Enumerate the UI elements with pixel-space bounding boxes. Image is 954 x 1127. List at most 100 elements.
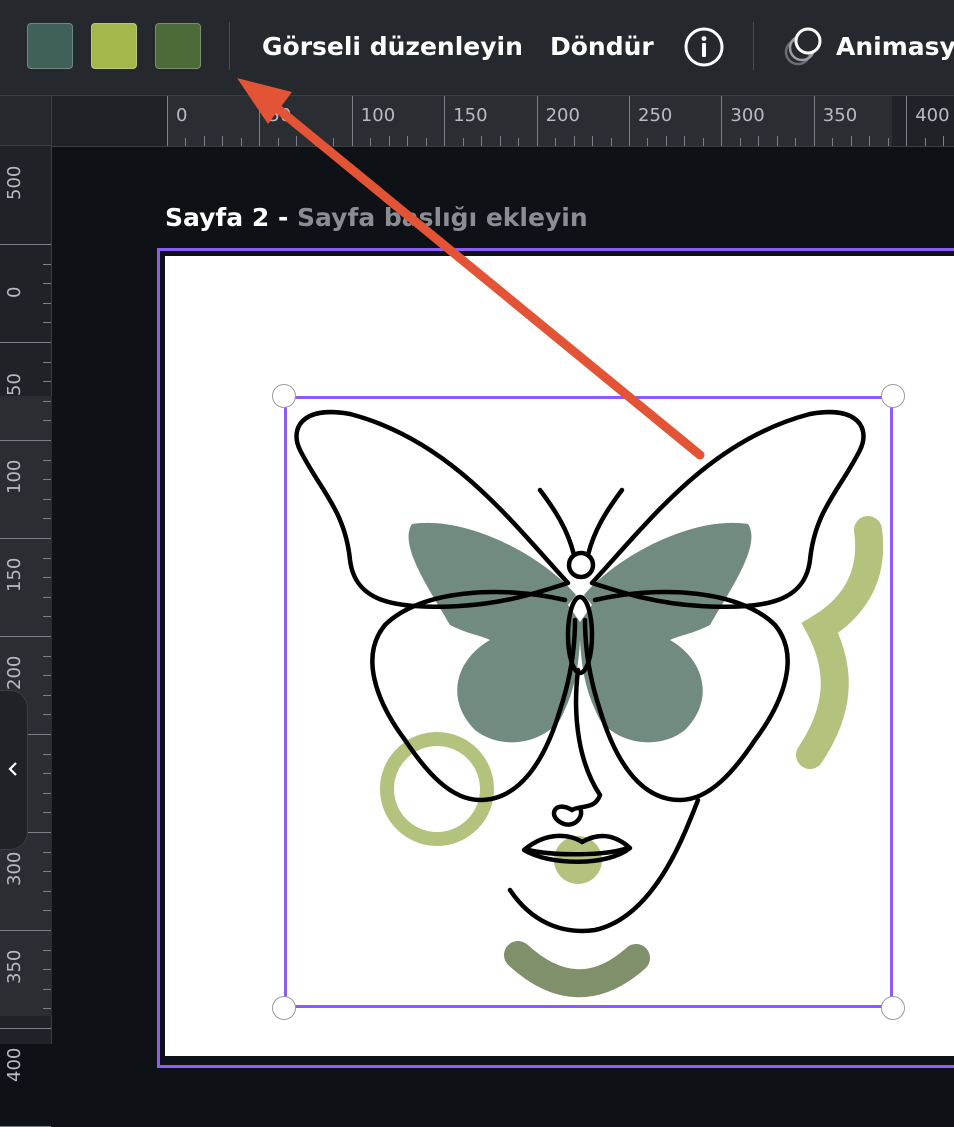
ruler-tick-label: 500 [4, 165, 25, 200]
ruler-minor-tick [425, 138, 427, 146]
ruler-minor-tick [665, 136, 667, 146]
ruler-minor-tick [943, 136, 945, 146]
ruler-minor-tick [43, 969, 51, 971]
ruler-minor-tick [407, 136, 409, 146]
ruler-tick [0, 440, 51, 441]
page-title-input[interactable]: Sayfa başlığı ekleyin [297, 203, 588, 232]
ruler-tick [167, 96, 168, 146]
ruler-minor-tick [43, 871, 51, 873]
ruler-minor-tick [314, 136, 316, 146]
ruler-minor-tick [203, 136, 205, 146]
ruler-minor-tick [924, 138, 926, 146]
ruler-tick [0, 538, 51, 539]
ruler-minor-tick [43, 498, 51, 500]
ruler-minor-tick [43, 792, 51, 794]
ruler-minor-tick [43, 714, 51, 716]
ruler-tick-label: 0 [4, 286, 25, 298]
ruler-minor-tick [43, 910, 51, 912]
animate-button[interactable]: Animasyo [836, 30, 954, 64]
horizontal-ruler: 0 50 100 150 200 250 300 350 400 [0, 96, 954, 147]
ruler-minor-tick [610, 138, 612, 146]
ruler-tick-label: 250 [638, 105, 673, 126]
top-toolbar: Görseli düzenleyin Döndür Animasyo [0, 0, 954, 96]
edit-image-button[interactable]: Görseli düzenleyin [262, 30, 523, 64]
animate-icon[interactable] [782, 24, 826, 68]
ruler-minor-tick [555, 138, 557, 146]
resize-handle-top-left[interactable] [272, 384, 296, 408]
ruler-tick-label: 350 [4, 949, 25, 984]
toolbar-divider [229, 22, 230, 70]
ruler-minor-tick [43, 361, 51, 363]
ruler-tick [351, 96, 353, 146]
ruler-tick-label: 50 [4, 373, 25, 396]
ruler-minor-tick [43, 263, 51, 265]
ruler-minor-tick [43, 302, 51, 304]
ruler-corner [0, 96, 52, 146]
ruler-minor-tick [43, 773, 51, 775]
info-icon[interactable] [683, 26, 725, 68]
ruler-minor-tick [776, 136, 778, 146]
ruler-minor-tick [43, 675, 51, 677]
rotate-button[interactable]: Döndür [550, 30, 654, 64]
ruler-minor-tick [43, 694, 51, 696]
ruler-minor-tick [43, 479, 51, 481]
color-swatch-forest-green[interactable] [155, 23, 201, 69]
resize-handle-top-right[interactable] [881, 384, 905, 408]
resize-handle-bottom-right[interactable] [881, 996, 905, 1020]
ruler-minor-tick [499, 136, 501, 146]
ruler-tick-label: 300 [4, 851, 25, 886]
ruler-tick-label: 100 [360, 105, 396, 126]
ruler-tick [536, 96, 538, 146]
ruler-minor-tick [43, 557, 51, 559]
ruler-tick [0, 1028, 51, 1029]
ruler-minor-tick [240, 138, 242, 146]
collapse-panel-tab[interactable] [0, 690, 28, 850]
ruler-tick [813, 96, 815, 146]
ruler-tick-label: 200 [545, 105, 580, 126]
ruler-minor-tick [388, 136, 390, 146]
resize-handle-bottom-left[interactable] [272, 996, 296, 1020]
ruler-minor-tick [832, 138, 834, 146]
ruler-minor-tick [43, 459, 51, 461]
ruler-minor-tick [684, 136, 686, 146]
ruler-minor-tick [647, 138, 649, 146]
color-swatch-olive-green[interactable] [91, 23, 137, 69]
ruler-tick [444, 96, 446, 146]
ruler-minor-tick [43, 381, 51, 383]
ruler-minor-tick [333, 138, 335, 146]
ruler-tick [0, 930, 51, 931]
ruler-minor-tick [43, 322, 51, 324]
ruler-tick-label: 50 [268, 105, 292, 126]
vertical-ruler: 500050100150200250300350400 [0, 146, 52, 1127]
ruler-minor-tick [739, 138, 741, 146]
ruler-minor-tick [43, 577, 51, 579]
ruler-tick-label: 200 [4, 655, 25, 690]
page-number-label: Sayfa 2 - [165, 203, 289, 232]
ruler-minor-tick [758, 136, 760, 146]
ruler-tick-label: 0 [176, 105, 188, 126]
color-swatch-dark-teal[interactable] [27, 23, 73, 69]
chevron-left-icon [8, 762, 17, 776]
ruler-minor-tick [850, 136, 852, 146]
ruler-minor-tick [43, 949, 51, 951]
ruler-tick-label: 300 [730, 105, 765, 126]
ruler-minor-tick [43, 851, 51, 853]
ruler-minor-tick [592, 136, 594, 146]
toolbar-divider [753, 22, 754, 70]
ruler-tick-label: 150 [4, 557, 25, 592]
ruler-tick-label: 400 [915, 105, 950, 126]
ruler-tick-label: 400 [4, 1047, 25, 1082]
ruler-minor-tick [795, 138, 797, 146]
ruler-tick-label: 150 [453, 105, 488, 126]
ruler-minor-tick [869, 136, 871, 146]
page-title: Sayfa 2 - Sayfa başlığı ekleyin [165, 203, 588, 232]
ruler-minor-tick [43, 988, 51, 990]
ruler-minor-tick [277, 138, 279, 146]
ruler-minor-tick [43, 890, 51, 892]
ruler-minor-tick [702, 138, 704, 146]
ruler-minor-tick [43, 753, 51, 755]
ruler-minor-tick [43, 616, 51, 618]
ruler-minor-tick [462, 138, 464, 146]
ruler-minor-tick [481, 136, 483, 146]
ruler-tick [0, 244, 51, 245]
